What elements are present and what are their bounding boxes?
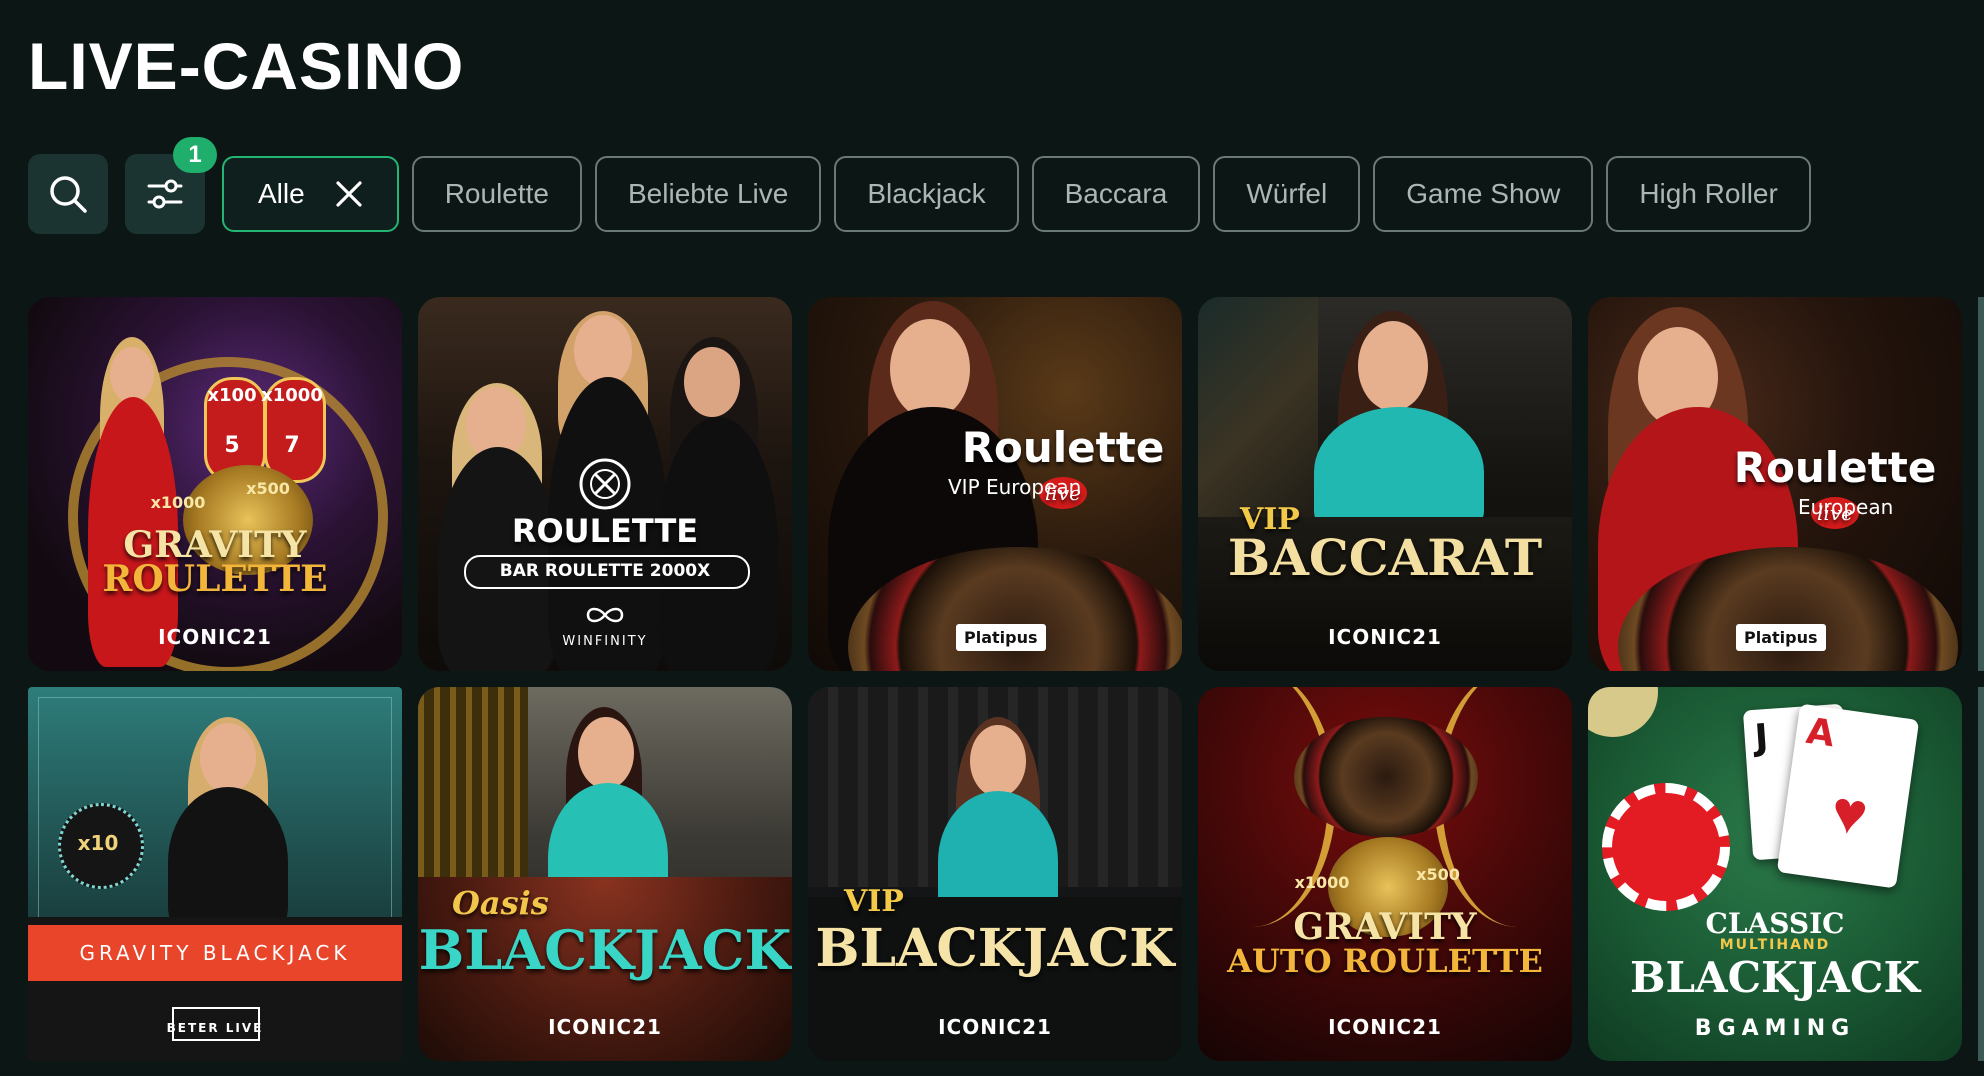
multiplier-label: x100 bbox=[207, 385, 257, 406]
chip-roulette[interactable]: Roulette bbox=[411, 156, 582, 232]
game-subtitle: VIP European bbox=[948, 475, 1082, 499]
chip-label: Alle bbox=[258, 178, 305, 209]
game-card-roulette-vip-european[interactable]: Roulette live VIP European Platipus bbox=[808, 297, 1182, 671]
playing-card: A ♥ bbox=[1776, 703, 1920, 889]
game-subtitle: BAR ROULETTE 2000X bbox=[499, 561, 711, 581]
chip-beliebte-live[interactable]: Beliebte Live bbox=[595, 156, 822, 232]
game-card-gravity-roulette[interactable]: x100 x1000 5 7 x1000 x500 GRAVITY ROULET… bbox=[28, 297, 402, 671]
chip-game-show[interactable]: Game Show bbox=[1373, 156, 1594, 232]
multiplier-label: x1000 bbox=[1294, 873, 1350, 892]
card-rank: A bbox=[1803, 710, 1838, 756]
dealer-head bbox=[970, 725, 1026, 797]
dealer-dress bbox=[168, 787, 288, 937]
multiplier-number: 5 bbox=[224, 433, 240, 458]
roulette-wheel bbox=[1294, 717, 1478, 837]
multiplier-label: x1000 bbox=[261, 385, 323, 406]
game-title-prefix: CLASSIC bbox=[1705, 907, 1845, 940]
filter-button[interactable]: 1 bbox=[125, 137, 217, 234]
game-title-prefix: VIP bbox=[844, 884, 904, 919]
game-title-sub: MULTIHAND bbox=[1719, 937, 1831, 953]
game-title-text: Roulette bbox=[1733, 443, 1937, 492]
provider-logo: WINFINITY bbox=[562, 634, 648, 649]
game-card-vip-baccarat[interactable]: VIP BACCARAT ICONIC21 bbox=[1198, 297, 1572, 671]
casino-chip bbox=[1588, 687, 1658, 737]
game-card-vip-blackjack[interactable]: VIP BLACKJACK ICONIC21 bbox=[808, 687, 1182, 1061]
game-card-bar-roulette[interactable]: ROULETTE BAR ROULETTE 2000X WINFINITY bbox=[418, 297, 792, 671]
provider-logo: BGAMING bbox=[1694, 1016, 1856, 1041]
multiplier-number: 7 bbox=[284, 433, 300, 458]
provider-logo: Platipus bbox=[1736, 624, 1826, 651]
game-card-classic-multihand-blackjack[interactable]: J A ♥ CLASSIC MULTIHAND BLACKJACK BGAMIN… bbox=[1588, 687, 1962, 1061]
game-card-roulette-european[interactable]: Roulette live European Platipus bbox=[1588, 297, 1962, 671]
game-title: BLACKJACK bbox=[418, 918, 792, 982]
filter-bar: 1 Alle Roulette Beliebte Live Blackjack … bbox=[28, 137, 1824, 234]
next-card-edge bbox=[1978, 687, 1984, 1061]
game-grid: x100 x1000 5 7 x1000 x500 GRAVITY ROULET… bbox=[28, 297, 1962, 1061]
provider-logo: Platipus bbox=[956, 624, 1046, 651]
game-card-oasis-blackjack[interactable]: Oasis BLACKJACK ICONIC21 bbox=[418, 687, 792, 1061]
dealer-head bbox=[200, 723, 256, 793]
casino-chip bbox=[1602, 783, 1730, 911]
multiplier-label: x10 bbox=[77, 831, 119, 855]
infinity-icon bbox=[586, 607, 624, 623]
gold-panel bbox=[418, 687, 528, 907]
game-title: BACCARAT bbox=[1227, 528, 1543, 587]
multiplier-label: x500 bbox=[1416, 865, 1460, 884]
heart-icon: ♥ bbox=[1827, 777, 1872, 849]
game-title: GRAVITY BLACKJACK bbox=[79, 941, 351, 965]
game-title-line2: AUTO ROULETTE bbox=[1227, 942, 1543, 980]
provider-logo: BETER LIVE bbox=[166, 1021, 264, 1035]
chip-baccara[interactable]: Baccara bbox=[1031, 156, 1201, 232]
dealer-head bbox=[890, 319, 970, 419]
game-subtitle: European bbox=[1798, 495, 1894, 519]
game-title-prefix: Oasis bbox=[452, 884, 549, 922]
provider-logo: ICONIC21 bbox=[1328, 625, 1442, 649]
roulette-emblem-icon bbox=[579, 458, 631, 510]
dealer-head bbox=[1358, 321, 1428, 411]
game-card-gravity-blackjack[interactable]: x10 GRAVITY BLACKJACK BETER LIVE bbox=[28, 687, 402, 1061]
next-card-edge bbox=[1978, 297, 1984, 671]
chip-blackjack[interactable]: Blackjack bbox=[834, 156, 1019, 232]
sliders-icon bbox=[147, 179, 183, 209]
game-title: ROULETTE bbox=[511, 512, 699, 550]
filter-count-badge: 1 bbox=[173, 137, 217, 173]
game-title-line2: ROULETTE bbox=[102, 558, 328, 600]
provider-logo: ICONIC21 bbox=[938, 1015, 1052, 1039]
page-title: LIVE-CASINO bbox=[28, 29, 465, 103]
game-title: BLACKJACK bbox=[815, 918, 1175, 979]
card-rank: J bbox=[1753, 717, 1770, 759]
live-casino-page: LIVE-CASINO 1 Alle Roulette Beliebte Liv… bbox=[0, 0, 1984, 1076]
chip-alle[interactable]: Alle bbox=[222, 156, 399, 232]
multiplier-label: x500 bbox=[246, 479, 290, 498]
provider-logo: ICONIC21 bbox=[158, 625, 272, 649]
game-title-line1: GRAVITY bbox=[1293, 906, 1477, 948]
dealer-head bbox=[110, 347, 154, 403]
search-button[interactable] bbox=[28, 154, 108, 234]
chip-high-roller[interactable]: High Roller bbox=[1606, 156, 1811, 232]
close-icon[interactable] bbox=[335, 180, 363, 208]
dealer-head bbox=[574, 315, 632, 387]
game-title: BLACKJACK bbox=[1630, 953, 1920, 1002]
search-icon bbox=[50, 176, 87, 213]
provider-logo: ICONIC21 bbox=[548, 1015, 662, 1039]
multiplier-label: x1000 bbox=[150, 493, 206, 512]
provider-logo: ICONIC21 bbox=[1328, 1015, 1442, 1039]
game-card-gravity-auto-roulette[interactable]: x1000 x500 GRAVITY AUTO ROULETTE ICONIC2… bbox=[1198, 687, 1572, 1061]
dealer-head bbox=[578, 717, 634, 789]
dealer-head bbox=[684, 347, 740, 417]
chip-wurfel[interactable]: Würfel bbox=[1213, 156, 1361, 232]
game-title-text: Roulette bbox=[961, 423, 1165, 472]
